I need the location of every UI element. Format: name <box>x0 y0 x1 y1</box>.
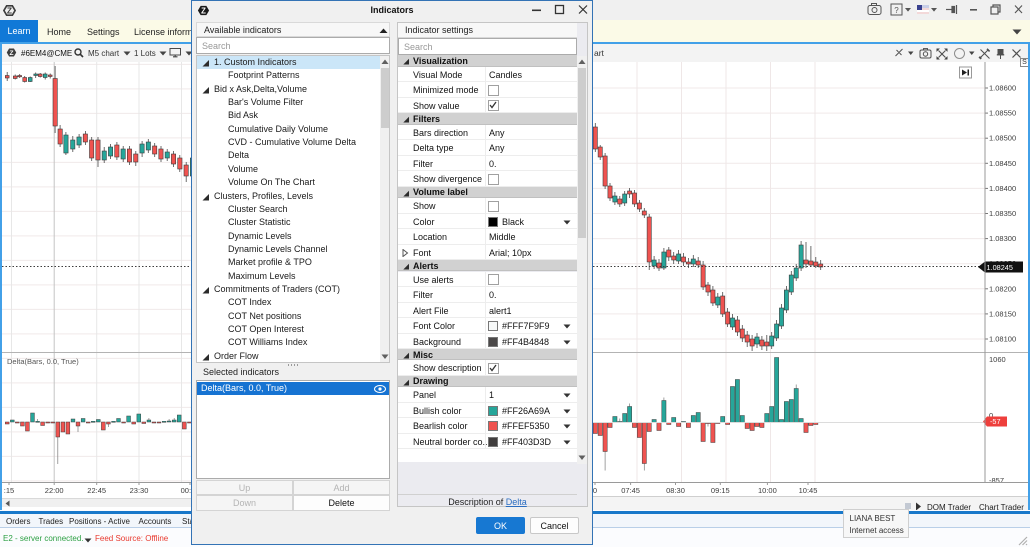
svg-text::15: :15 <box>4 486 14 495</box>
svg-text:Z: Z <box>9 50 13 57</box>
svg-text:10:45: 10:45 <box>799 486 818 495</box>
svg-text:10:00: 10:00 <box>758 486 777 495</box>
svg-text:0: 0 <box>593 486 597 495</box>
svg-text:Z: Z <box>7 5 12 15</box>
svg-text:08:30: 08:30 <box>666 486 685 495</box>
svg-text:1.08350: 1.08350 <box>989 209 1016 218</box>
svg-text:1.08600: 1.08600 <box>989 84 1016 93</box>
svg-text:Delta(Bars, 0.0, True): Delta(Bars, 0.0, True) <box>7 357 79 366</box>
svg-text:07:45: 07:45 <box>621 486 640 495</box>
svg-text:1.08450: 1.08450 <box>989 159 1016 168</box>
svg-text:1.08245: 1.08245 <box>987 263 1013 272</box>
svg-text:1.08100: 1.08100 <box>989 335 1016 344</box>
svg-text:?: ? <box>894 6 899 15</box>
svg-text:1.08550: 1.08550 <box>989 109 1016 118</box>
svg-text:1060: 1060 <box>989 355 1006 364</box>
svg-text:-57: -57 <box>990 417 1001 426</box>
svg-text:1.08500: 1.08500 <box>989 134 1016 143</box>
svg-text:1.08400: 1.08400 <box>989 184 1016 193</box>
svg-text:1.08300: 1.08300 <box>989 234 1016 243</box>
svg-text:-857: -857 <box>989 476 1004 485</box>
svg-text:1.08200: 1.08200 <box>989 284 1016 293</box>
svg-text:09:15: 09:15 <box>711 486 730 495</box>
svg-text:22:45: 22:45 <box>87 486 106 495</box>
svg-text:1.08150: 1.08150 <box>989 309 1016 318</box>
svg-text:22:00: 22:00 <box>45 486 64 495</box>
svg-text:23:30: 23:30 <box>130 486 149 495</box>
